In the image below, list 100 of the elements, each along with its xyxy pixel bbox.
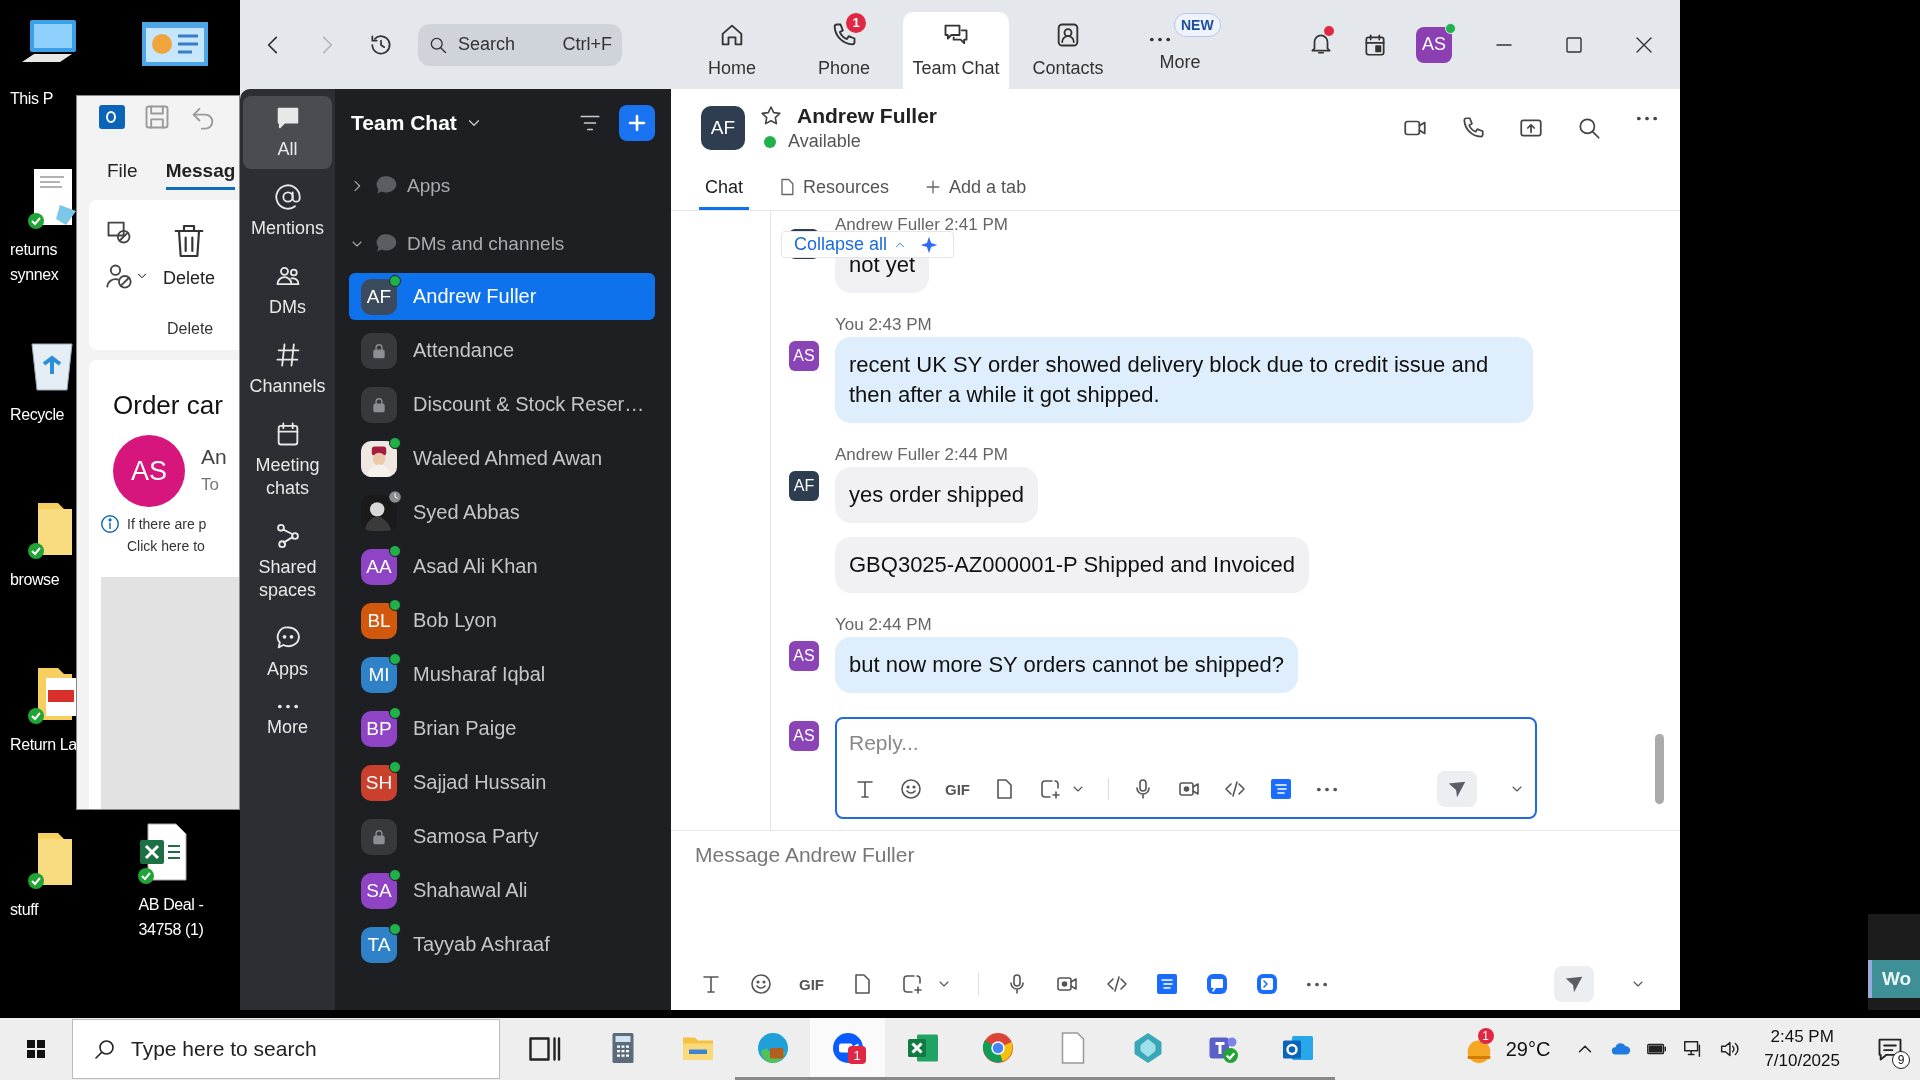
section-header[interactable]: DMs and channels (349, 215, 655, 273)
message-meta: You 2:44 PM (834, 615, 933, 635)
chat-list-item[interactable]: BL Bob Lyon (349, 597, 655, 644)
block-user-icon[interactable] (105, 262, 133, 290)
chat-list-item[interactable]: MI Musharaf Iqbal (349, 651, 655, 698)
icon-label: This P (9, 89, 54, 109)
whiteboard-app-icon[interactable] (1205, 972, 1229, 996)
save-icon[interactable] (143, 103, 171, 131)
ribbon-tab[interactable]: Messag (165, 160, 236, 190)
rail-item[interactable]: Apps (243, 616, 332, 689)
avatar: MI (361, 656, 397, 693)
sparkle-icon (919, 235, 939, 255)
document-app-icon[interactable] (1155, 972, 1179, 996)
avatar: AS (789, 641, 819, 671)
windows-icon (24, 1037, 48, 1061)
scrollbar[interactable] (1655, 734, 1664, 804)
avatar: SH (361, 764, 397, 801)
rail-item[interactable]: Mentions (243, 175, 332, 248)
phone-icon[interactable] (1460, 115, 1486, 141)
chat-tab[interactable]: Add a tab (917, 167, 1033, 210)
mail-app-icon[interactable] (99, 105, 125, 129)
avatar: TA (361, 926, 397, 963)
gif-button[interactable]: GIF (945, 780, 970, 798)
nav-tab[interactable]: Contacts (1012, 12, 1124, 89)
emoji-icon[interactable] (899, 777, 923, 801)
rail-item[interactable]: Shared spaces (243, 514, 332, 610)
recipient-label: To (201, 475, 220, 495)
panel-title[interactable]: Team Chat (351, 111, 483, 135)
nav-tab[interactable]: Home (676, 12, 788, 89)
info-icon (99, 513, 121, 535)
collapse-button[interactable]: Collapse all (781, 231, 955, 258)
info-text: Click here to (127, 537, 206, 556)
rail-item[interactable]: Meeting chats (243, 412, 332, 508)
calendar-icon[interactable] (1362, 31, 1388, 58)
message-bubble: GBQ3025-AZ000001-P Shipped and Invoiced (835, 537, 1309, 593)
lock-icon (361, 386, 397, 423)
avatar: BP (361, 710, 397, 747)
chat-list-item[interactable]: Waleed Ahmed Awan (349, 435, 655, 482)
delete-button[interactable]: Delete (163, 218, 216, 289)
more-icon[interactable] (1634, 115, 1660, 122)
chat-list-item[interactable]: BP Brian Paige (349, 705, 655, 752)
chat-list-item[interactable]: AF Andrew Fuller (349, 273, 655, 320)
chat-list-item[interactable]: AA Asad Ali Khan (349, 543, 655, 590)
lock-icon (361, 818, 397, 855)
presence-dot (764, 135, 776, 148)
app-icon[interactable] (1255, 972, 1279, 996)
ribbon-tab[interactable]: File (107, 160, 138, 190)
document-app-icon[interactable] (1269, 777, 1293, 801)
chat-list-item[interactable]: Syed Abbas (349, 489, 655, 536)
notification-button[interactable]: 9 (1870, 1029, 1910, 1069)
search-icon[interactable] (1576, 115, 1602, 141)
search-input[interactable]: Search (456, 33, 536, 56)
avatar: AS (789, 341, 819, 371)
screenshot-icon[interactable] (900, 972, 924, 996)
contact-name: Andrew Fuller (797, 104, 938, 128)
message-subject: Order car (113, 390, 224, 421)
search-field[interactable]: Type here to search (72, 1019, 500, 1079)
avatar: BL (361, 602, 397, 639)
chat-tab[interactable]: Resources (771, 167, 896, 210)
avatar: AA (361, 548, 397, 585)
chat-list-item[interactable]: Samosa Party (349, 813, 655, 860)
avatar: AF (361, 278, 397, 315)
rail-item[interactable]: Channels (243, 333, 332, 406)
avatar: AS (113, 435, 185, 507)
avatar: AF (789, 471, 819, 501)
chat-list-item[interactable]: Discount & Stock Reser… (349, 381, 655, 428)
send-button[interactable] (1554, 966, 1594, 1002)
count-badge: 1 (846, 12, 866, 33)
clock[interactable]: 2:45 PM 7/10/2025 (1764, 1025, 1840, 1073)
nav-tab[interactable]: Team Chat (903, 12, 1009, 89)
icon-label: Return La (9, 735, 78, 755)
at-sign-icon (273, 183, 302, 211)
chat-tab[interactable]: Chat (699, 167, 750, 210)
nav-tab[interactable]: 1 Phone (788, 12, 900, 89)
reply-box[interactable]: Reply... GIF (835, 717, 1537, 819)
send-button[interactable] (1437, 771, 1477, 807)
add-button[interactable] (619, 105, 655, 141)
chat-list-item[interactable]: SA Shahawal Ali (349, 867, 655, 914)
rail-item[interactable]: DMs (243, 254, 332, 327)
rail-item[interactable]: More (243, 695, 332, 747)
icon-label: returns synnex (9, 240, 60, 285)
message-bubble: but now more SY orders cannot be shipped? (835, 637, 1298, 693)
chat-list-item[interactable]: Attendance (349, 327, 655, 374)
search-field[interactable]: Search Ctrl+F (418, 23, 622, 66)
icon-label: stuff (9, 900, 40, 920)
nav-tab[interactable]: NEW More (1124, 12, 1236, 89)
chat-list-item[interactable]: TA Tayyab Ashraaf (349, 921, 655, 968)
more-icon[interactable] (1305, 980, 1329, 988)
rail-item[interactable]: All (243, 96, 332, 169)
gif-button[interactable]: GIF (799, 975, 824, 993)
taskbar-app[interactable]: 1 (810, 1018, 885, 1080)
message-bubble: yes order shipped (835, 467, 1038, 523)
chat-list-item[interactable]: SH Sajjad Hussain (349, 759, 655, 806)
section-header[interactable]: Apps (349, 157, 655, 215)
icon-label: browse (9, 570, 61, 590)
screenshot-icon[interactable] (1038, 777, 1062, 801)
more-icon[interactable] (1315, 785, 1339, 793)
presence-text: Available (788, 131, 861, 152)
icon-label: AB Deal - 34758 (1) (137, 895, 205, 940)
emoji-icon[interactable] (749, 972, 773, 996)
